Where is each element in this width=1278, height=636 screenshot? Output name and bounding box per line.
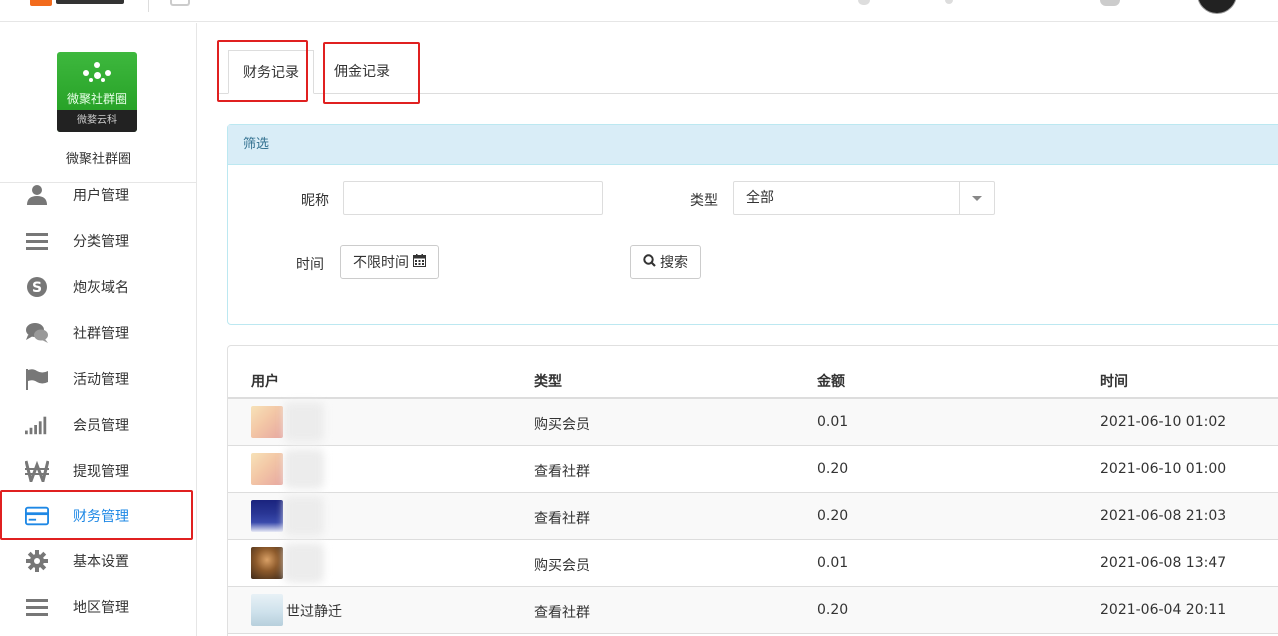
search-button-label: 搜索: [660, 255, 688, 271]
brand-logo-footer: 微婺云科: [57, 110, 137, 132]
nickname-input[interactable]: [343, 181, 603, 215]
search-icon: [643, 253, 656, 271]
row-amount: 0.20: [817, 461, 849, 477]
row-time: 2021-06-04 20:11: [1100, 602, 1227, 618]
row-type: 查看社群: [534, 605, 590, 621]
type-label: 类型: [690, 193, 718, 209]
row-amount: 0.20: [817, 602, 849, 618]
gear-icon: [25, 549, 49, 573]
column-header-user: 用户: [251, 374, 279, 390]
svg-text:S: S: [32, 280, 42, 296]
user-avatar[interactable]: [1197, 0, 1237, 14]
sidebar-item-withdrawals[interactable]: 提现管理: [0, 448, 197, 494]
menu-toggle-icon[interactable]: [170, 0, 190, 6]
filter-panel: 筛选 昵称 类型 全部 时间 不限时间 搜索: [227, 124, 1278, 325]
table-row[interactable]: 购买会员 0.01 2021-06-08 13:47: [228, 540, 1278, 587]
sidebar-item-label: 用户管理: [73, 188, 129, 204]
sidebar-item-users[interactable]: 用户管理: [0, 172, 197, 218]
sidebar-item-domains[interactable]: S 炮灰域名: [0, 264, 197, 310]
brand-logo: 微聚社群圈 微婺云科: [57, 52, 137, 132]
blurred-username: [284, 543, 324, 583]
filter-panel-title: 筛选: [228, 125, 1278, 165]
row-type: 查看社群: [534, 511, 590, 527]
top-icon-3[interactable]: [1100, 0, 1120, 6]
records-table: 用户 类型 金额 时间 购买会员 0.01 2021-06-10 01:02 查…: [227, 345, 1278, 636]
user-icon: [25, 183, 49, 207]
tab-bar: 财务记录 佣金记录: [218, 50, 1278, 94]
top-logo[interactable]: [30, 0, 125, 6]
row-amount: 0.20: [817, 508, 849, 524]
sidebar-item-settings[interactable]: 基本设置: [0, 538, 197, 584]
sidebar-item-label: 活动管理: [73, 372, 129, 388]
table-row[interactable]: 查看社群 0.20 2021-06-10 01:00: [228, 446, 1278, 493]
column-header-type: 类型: [534, 374, 562, 390]
sidebar: 微聚社群圈 微婺云科 微聚社群圈 用户管理 分类管理 S 炮灰域名 社群管理 活…: [0, 23, 197, 636]
column-header-time: 时间: [1100, 374, 1128, 390]
column-header-amount: 金额: [817, 374, 845, 390]
row-amount: 0.01: [817, 414, 849, 430]
row-time: 2021-06-08 21:03: [1100, 508, 1227, 524]
tab-commission-records[interactable]: 佣金记录: [320, 50, 404, 94]
table-header: 用户 类型 金额 时间: [228, 346, 1278, 399]
user-avatar-image: [251, 594, 283, 626]
user-avatar-image: [251, 453, 283, 485]
brand-dots-icon: [83, 62, 111, 84]
skype-icon: S: [25, 275, 49, 299]
blurred-username: [284, 496, 324, 536]
time-range-picker[interactable]: 不限时间: [340, 245, 439, 279]
table-row[interactable]: 世过静迁 查看社群 0.20 2021-06-04 20:11: [228, 587, 1278, 634]
sidebar-item-label: 财务管理: [73, 509, 129, 525]
top-icon-2[interactable]: [945, 0, 953, 4]
user-avatar-image: [251, 500, 283, 532]
sidebar-item-label: 分类管理: [73, 234, 129, 250]
bars-icon: [25, 229, 49, 253]
table-row[interactable]: 查看社群 0.20 2021-06-08 21:03: [228, 493, 1278, 540]
comments-icon: [25, 321, 49, 345]
sidebar-item-finance[interactable]: 财务管理: [0, 493, 197, 539]
row-type: 查看社群: [534, 464, 590, 480]
user-avatar-image: [251, 406, 283, 438]
sidebar-item-activities[interactable]: 活动管理: [0, 356, 197, 402]
row-amount: 0.01: [817, 555, 849, 571]
sidebar-item-label: 提现管理: [73, 464, 129, 480]
type-select-value: 全部: [746, 190, 774, 206]
table-row[interactable]: 购买会员 0.01 2021-06-10 01:02: [228, 399, 1278, 446]
sidebar-item-label: 社群管理: [73, 326, 129, 342]
credit-card-icon: [25, 504, 49, 528]
sidebar-item-regions[interactable]: 地区管理: [0, 584, 197, 630]
row-type: 购买会员: [534, 417, 590, 433]
bars-icon: [25, 595, 49, 619]
time-label: 时间: [296, 257, 324, 273]
sidebar-item-categories[interactable]: 分类管理: [0, 218, 197, 264]
sidebar-item-label: 会员管理: [73, 418, 129, 434]
brand-title: 微聚社群圈: [65, 152, 131, 167]
row-time: 2021-06-10 01:02: [1100, 414, 1227, 430]
sidebar-item-label: 基本设置: [73, 554, 129, 570]
top-divider: [148, 0, 149, 12]
sidebar-item-label: 炮灰域名: [73, 280, 129, 296]
calendar-icon: [413, 253, 426, 271]
won-icon: [25, 459, 49, 483]
row-time: 2021-06-10 01:00: [1100, 461, 1227, 477]
sidebar-item-label: 地区管理: [73, 600, 129, 616]
search-button[interactable]: 搜索: [630, 245, 701, 279]
top-navbar: [0, 0, 1278, 22]
row-type: 购买会员: [534, 558, 590, 574]
blurred-username: [284, 402, 324, 442]
flag-icon: [25, 367, 49, 391]
type-select[interactable]: 全部: [733, 181, 995, 215]
blurred-username: [284, 449, 324, 489]
row-time: 2021-06-08 13:47: [1100, 555, 1227, 571]
user-avatar-image: [251, 547, 283, 579]
signal-icon: [25, 413, 49, 437]
top-icon-1[interactable]: [858, 0, 870, 5]
brand-logo-name: 微聚社群圈: [66, 92, 127, 106]
tab-finance-records[interactable]: 财务记录: [228, 50, 314, 94]
sidebar-item-members[interactable]: 会员管理: [0, 402, 197, 448]
sidebar-item-groups[interactable]: 社群管理: [0, 310, 197, 356]
username: 世过静迁: [286, 604, 342, 620]
nickname-label: 昵称: [301, 193, 329, 209]
chevron-down-icon: [959, 182, 994, 214]
time-range-value: 不限时间: [353, 255, 409, 271]
